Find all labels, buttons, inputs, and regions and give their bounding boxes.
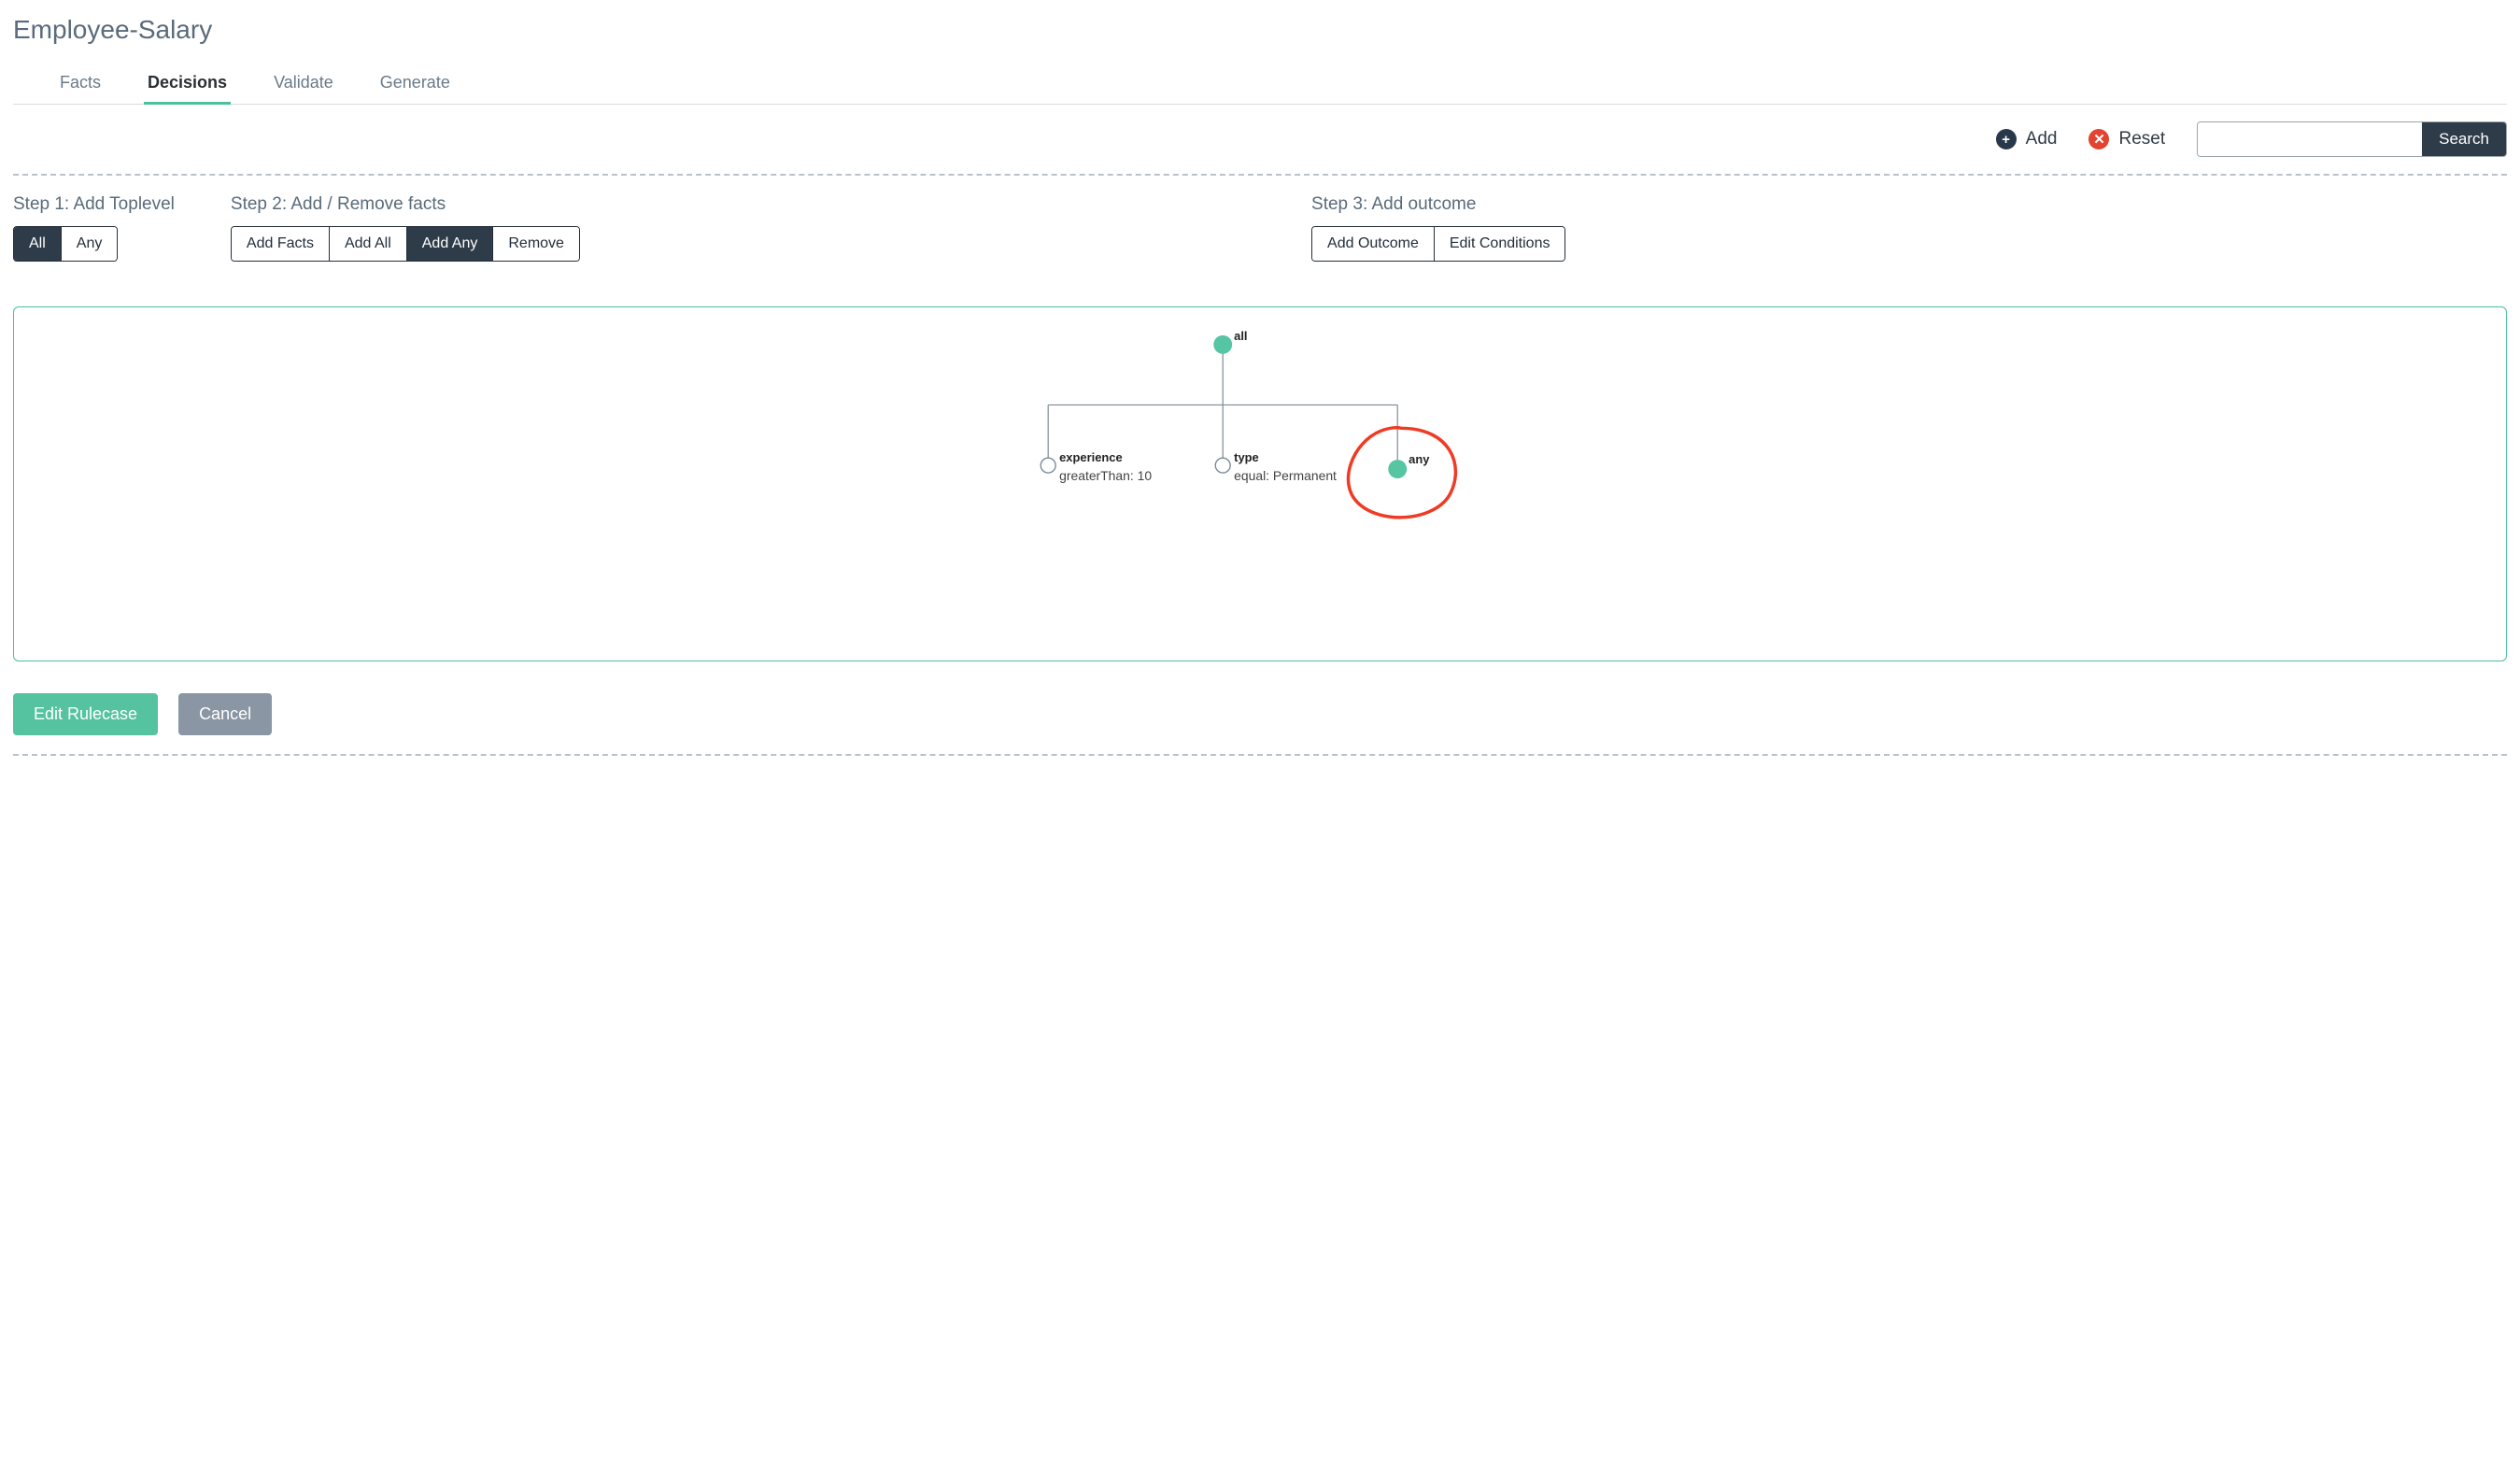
add-button[interactable]: + Add <box>1996 129 2058 149</box>
tab-generate[interactable]: Generate <box>376 67 454 105</box>
page-title: Employee-Salary <box>13 15 2507 45</box>
decision-tree-svg: all experience greaterThan: 10 type equa… <box>14 307 2506 661</box>
tab-bar: Facts Decisions Validate Generate <box>13 67 2507 105</box>
add-all-button[interactable]: Add All <box>330 227 407 261</box>
step3: Step 3: Add outcome Add Outcome Edit Con… <box>1311 194 2507 262</box>
steps-row: Step 1: Add Toplevel All Any Step 2: Add… <box>13 176 2507 269</box>
toolbar: + Add ✕ Reset Search <box>13 105 2507 174</box>
edit-rulecase-button[interactable]: Edit Rulecase <box>13 693 158 735</box>
tree-node-experience[interactable]: experience greaterThan: 10 <box>1041 450 1152 483</box>
step1-title: Step 1: Add Toplevel <box>13 194 175 215</box>
tab-validate[interactable]: Validate <box>270 67 337 105</box>
tree-node-any[interactable]: any <box>1349 428 1456 518</box>
edit-conditions-button[interactable]: Edit Conditions <box>1435 227 1565 261</box>
tab-decisions[interactable]: Decisions <box>144 67 231 105</box>
add-facts-button[interactable]: Add Facts <box>232 227 330 261</box>
tree-node-root-label: all <box>1234 329 1247 343</box>
tree-node-sub: greaterThan: 10 <box>1059 468 1152 483</box>
search-button[interactable]: Search <box>2422 122 2506 156</box>
search-wrap: Search <box>2197 121 2507 157</box>
separator-bottom <box>13 754 2507 756</box>
add-outcome-button[interactable]: Add Outcome <box>1312 227 1435 261</box>
step2-buttons: Add Facts Add All Add Any Remove <box>231 226 580 262</box>
tree-node-type[interactable]: type equal: Permanent <box>1215 450 1337 483</box>
tab-facts[interactable]: Facts <box>56 67 105 105</box>
decision-canvas: all experience greaterThan: 10 type equa… <box>13 306 2507 661</box>
step1: Step 1: Add Toplevel All Any <box>13 194 175 262</box>
reset-label: Reset <box>2118 129 2165 149</box>
toplevel-all-button[interactable]: All <box>14 227 62 261</box>
step3-buttons: Add Outcome Edit Conditions <box>1311 226 1565 262</box>
step2-title: Step 2: Add / Remove facts <box>231 194 1255 215</box>
tree-node-root[interactable]: all <box>1213 329 1247 354</box>
close-icon: ✕ <box>2088 129 2109 149</box>
tree-node-label: experience <box>1059 450 1123 464</box>
footer-buttons: Edit Rulecase Cancel <box>13 693 2507 735</box>
tree-node-label: any <box>1409 452 1430 466</box>
reset-button[interactable]: ✕ Reset <box>2088 129 2165 149</box>
plus-icon: + <box>1996 129 2017 149</box>
toplevel-any-button[interactable]: Any <box>62 227 118 261</box>
remove-button[interactable]: Remove <box>493 227 579 261</box>
tree-node-sub: equal: Permanent <box>1234 468 1337 483</box>
step3-title: Step 3: Add outcome <box>1311 194 2507 215</box>
add-label: Add <box>2026 129 2058 149</box>
step2: Step 2: Add / Remove facts Add Facts Add… <box>231 194 1255 262</box>
cancel-button[interactable]: Cancel <box>178 693 272 735</box>
step1-buttons: All Any <box>13 226 118 262</box>
tree-node-label: type <box>1234 450 1259 464</box>
search-input[interactable] <box>2198 122 2422 156</box>
add-any-button[interactable]: Add Any <box>407 227 494 261</box>
